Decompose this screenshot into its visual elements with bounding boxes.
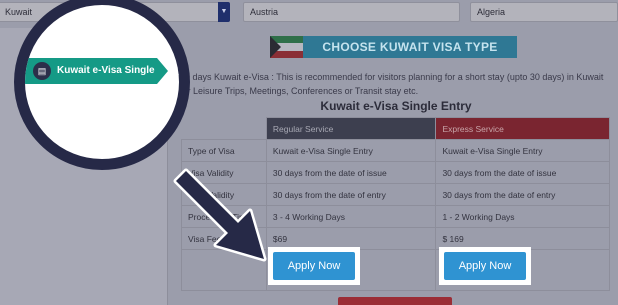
magnifier-callout: ▤ Kuwait e-Visa Single Entry [14, 0, 190, 170]
header-regular-service: Regular Service [265, 117, 437, 140]
country-select-nationality[interactable]: Austria [243, 2, 460, 22]
apply-express-highlight: Apply Now [439, 247, 531, 285]
table-header-row: Regular Service Express Service [181, 117, 610, 140]
express-cell: 30 days from the date of issue [435, 161, 610, 184]
country-select-residence[interactable]: Algeria [470, 2, 618, 22]
table-title: Kuwait e-Visa Single Entry [320, 99, 472, 113]
page-title: CHOOSE KUWAIT VISA TYPE [303, 36, 517, 58]
chevron-down-icon[interactable]: ▼ [218, 2, 230, 22]
express-cell: 1 - 2 Working Days [435, 205, 610, 228]
country-select-from-value: Kuwait [5, 7, 33, 17]
continue-button-partial[interactable] [338, 297, 452, 305]
sidebar-item-label: Kuwait e-Visa Single Entry [57, 65, 183, 76]
apply-now-regular-button[interactable]: Apply Now [273, 252, 355, 280]
country-select-residence-value: Algeria [477, 7, 506, 17]
visa-document-icon: ▤ [33, 62, 51, 80]
regular-cell: 30 days from the date of issue [265, 161, 437, 184]
kuwait-flag-icon [270, 36, 303, 58]
visa-description: 30 days Kuwait e-Visa : This is recommen… [180, 72, 604, 96]
row-label: Type of Visa [181, 139, 267, 162]
express-cell: 30 days from the date of entry [435, 183, 610, 206]
pointer-arrow-icon [173, 168, 267, 262]
header-express-service: Express Service [435, 117, 610, 140]
country-select-nationality-value: Austria [250, 7, 279, 17]
visa-page: Kuwait ▼ Austria Algeria CHOOSE KUWAIT V… [0, 0, 618, 305]
header-blank [181, 117, 267, 140]
express-cell: Kuwait e-Visa Single Entry [435, 139, 610, 162]
table-row: Type of Visa Kuwait e-Visa Single Entry … [181, 139, 610, 162]
regular-cell: Kuwait e-Visa Single Entry [265, 139, 437, 162]
regular-cell: 3 - 4 Working Days [265, 205, 437, 228]
apply-now-express-button[interactable]: Apply Now [444, 252, 526, 280]
apply-regular-highlight: Apply Now [268, 247, 360, 285]
sidebar-item-kuwait-evisa-single-entry[interactable]: ▤ Kuwait e-Visa Single Entry [25, 58, 179, 84]
regular-cell: 30 days from the date of entry [265, 183, 437, 206]
